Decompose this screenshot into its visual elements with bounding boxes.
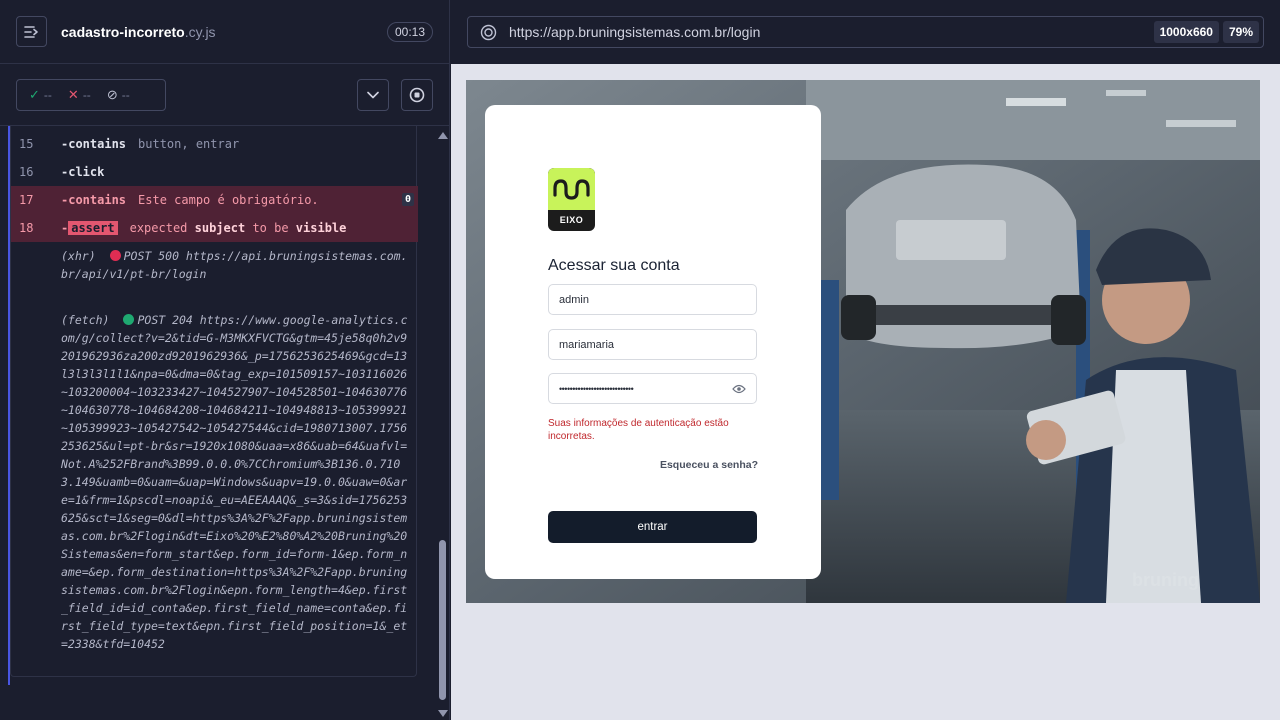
password-field[interactable]: •••••••••••••••••••••••••••• bbox=[548, 373, 757, 404]
command-row-failed[interactable]: 17 -contains Este campo é obrigatório. 0 bbox=[11, 186, 418, 214]
expand-button[interactable] bbox=[357, 79, 389, 111]
app-viewport: EIXO Acessar sua conta admin mariamaria … bbox=[466, 80, 1260, 603]
logo-mark bbox=[548, 168, 595, 210]
status-fail-icon bbox=[109, 250, 121, 261]
zoom-badge: 79% bbox=[1222, 21, 1259, 43]
assert-word: to be bbox=[252, 221, 289, 235]
scroll-down-arrow[interactable] bbox=[438, 710, 448, 717]
command-number: 16 bbox=[19, 165, 34, 179]
url-bar[interactable]: https://app.bruningsistemas.com.br/login… bbox=[467, 16, 1264, 48]
cypress-runner: cadastro-incorreto.cy.js 00:13 ✓ -- ✕ -- ⊘… bbox=[0, 0, 1280, 720]
status-ok-icon bbox=[123, 314, 135, 325]
log-text: POST 204 https://www.google-analytics.co… bbox=[61, 313, 408, 651]
spec-extension: .cy.js bbox=[184, 23, 216, 40]
pending-count: -- bbox=[121, 87, 130, 102]
command-name: -contains bbox=[61, 193, 127, 207]
assert-word: subject bbox=[194, 221, 246, 235]
login-card: EIXO Acessar sua conta admin mariamaria … bbox=[485, 105, 821, 579]
command-message: Este campo é obrigatório. bbox=[138, 193, 319, 207]
spec-name: cadastro-incorreto bbox=[61, 23, 185, 40]
wave-icon bbox=[553, 179, 590, 200]
spec-header: cadastro-incorreto.cy.js 00:13 bbox=[0, 0, 449, 64]
reporter-panel: cadastro-incorreto.cy.js 00:13 ✓ -- ✕ -- ⊘… bbox=[0, 0, 450, 720]
aut-header: https://app.bruningsistemas.com.br/login… bbox=[451, 0, 1280, 64]
command-list: 15 -contains button, entrar 16 -click 17… bbox=[10, 126, 418, 677]
command-row[interactable]: 16 -click bbox=[11, 158, 418, 186]
login-title: Acessar sua conta bbox=[548, 257, 680, 274]
url-text: https://app.bruningsistemas.com.br/login bbox=[509, 24, 761, 40]
auth-error-message: Suas informações de autenticação estão i… bbox=[548, 418, 729, 442]
passed-count: -- bbox=[43, 87, 52, 102]
x-icon: ✕ bbox=[67, 86, 79, 102]
element-count-badge: 0 bbox=[401, 193, 414, 206]
entrar-button[interactable]: entrar bbox=[548, 511, 757, 543]
check-icon: ✓ bbox=[29, 86, 40, 102]
account-value: admin bbox=[559, 293, 589, 306]
log-type: (fetch) bbox=[61, 313, 110, 327]
account-field[interactable]: admin bbox=[548, 284, 757, 315]
selector-playground-icon[interactable] bbox=[480, 24, 497, 41]
fetch-log-entry[interactable]: (fetch) POST 204 https://www.google-analy… bbox=[61, 311, 413, 653]
command-name: -click bbox=[61, 165, 105, 179]
command-number: 18 bbox=[19, 221, 34, 235]
scroll-up-arrow[interactable] bbox=[438, 132, 448, 139]
stop-button[interactable] bbox=[401, 79, 433, 111]
command-scrollbar[interactable] bbox=[437, 126, 449, 720]
username-field[interactable]: mariamaria bbox=[548, 329, 757, 360]
stats-summary: ✓ -- ✕ -- ⊘ -- bbox=[16, 78, 166, 111]
sidebar-toggle-icon bbox=[23, 25, 38, 38]
passed-stat: ✓ -- bbox=[29, 87, 52, 103]
command-message: button, entrar bbox=[138, 137, 240, 151]
chevron-down-icon bbox=[367, 91, 379, 99]
viewport-badge[interactable]: 1000x660 bbox=[1153, 21, 1219, 43]
xhr-log-entry[interactable]: (xhr) POST 500 https://api.bruningsistema… bbox=[61, 247, 413, 283]
failed-stat: ✕ -- bbox=[68, 87, 91, 103]
logo-label: EIXO bbox=[559, 215, 584, 225]
failed-count: -- bbox=[82, 87, 91, 102]
command-name: -contains bbox=[61, 137, 127, 151]
assert-word: visible bbox=[295, 221, 347, 235]
toggle-specs-button[interactable] bbox=[16, 16, 47, 47]
duration-badge: 00:13 bbox=[386, 21, 433, 42]
log-type: (xhr) bbox=[61, 249, 96, 263]
aut-panel: https://app.bruningsistemas.com.br/login… bbox=[451, 0, 1280, 720]
brand-watermark: bruning bbox=[1132, 570, 1199, 590]
spec-title: cadastro-incorreto.cy.js bbox=[61, 24, 216, 40]
command-name: - assert bbox=[61, 221, 118, 235]
assert-word: expected bbox=[129, 221, 188, 235]
forgot-password-link[interactable]: Esqueceu a senha? bbox=[660, 459, 758, 471]
eye-icon[interactable] bbox=[732, 384, 746, 394]
command-row-failed[interactable]: 18 - assert expected subject to be visibl… bbox=[11, 214, 418, 242]
command-number: 17 bbox=[19, 193, 34, 207]
username-value: mariamaria bbox=[559, 338, 615, 351]
pending-stat: ⊘ -- bbox=[107, 87, 130, 103]
assert-tag: assert bbox=[68, 221, 118, 235]
password-value: •••••••••••••••••••••••••••• bbox=[559, 383, 634, 394]
eixo-logo: EIXO bbox=[548, 168, 595, 231]
assert-message: expected subject to be visible bbox=[130, 221, 347, 235]
stop-icon bbox=[409, 87, 425, 103]
command-number: 15 bbox=[19, 137, 34, 151]
command-log: 15 -contains button, entrar 16 -click 17… bbox=[0, 126, 436, 720]
pending-icon: ⊘ bbox=[106, 86, 118, 102]
scroll-thumb[interactable] bbox=[439, 540, 446, 700]
command-row[interactable]: 15 -contains button, entrar bbox=[11, 130, 418, 158]
